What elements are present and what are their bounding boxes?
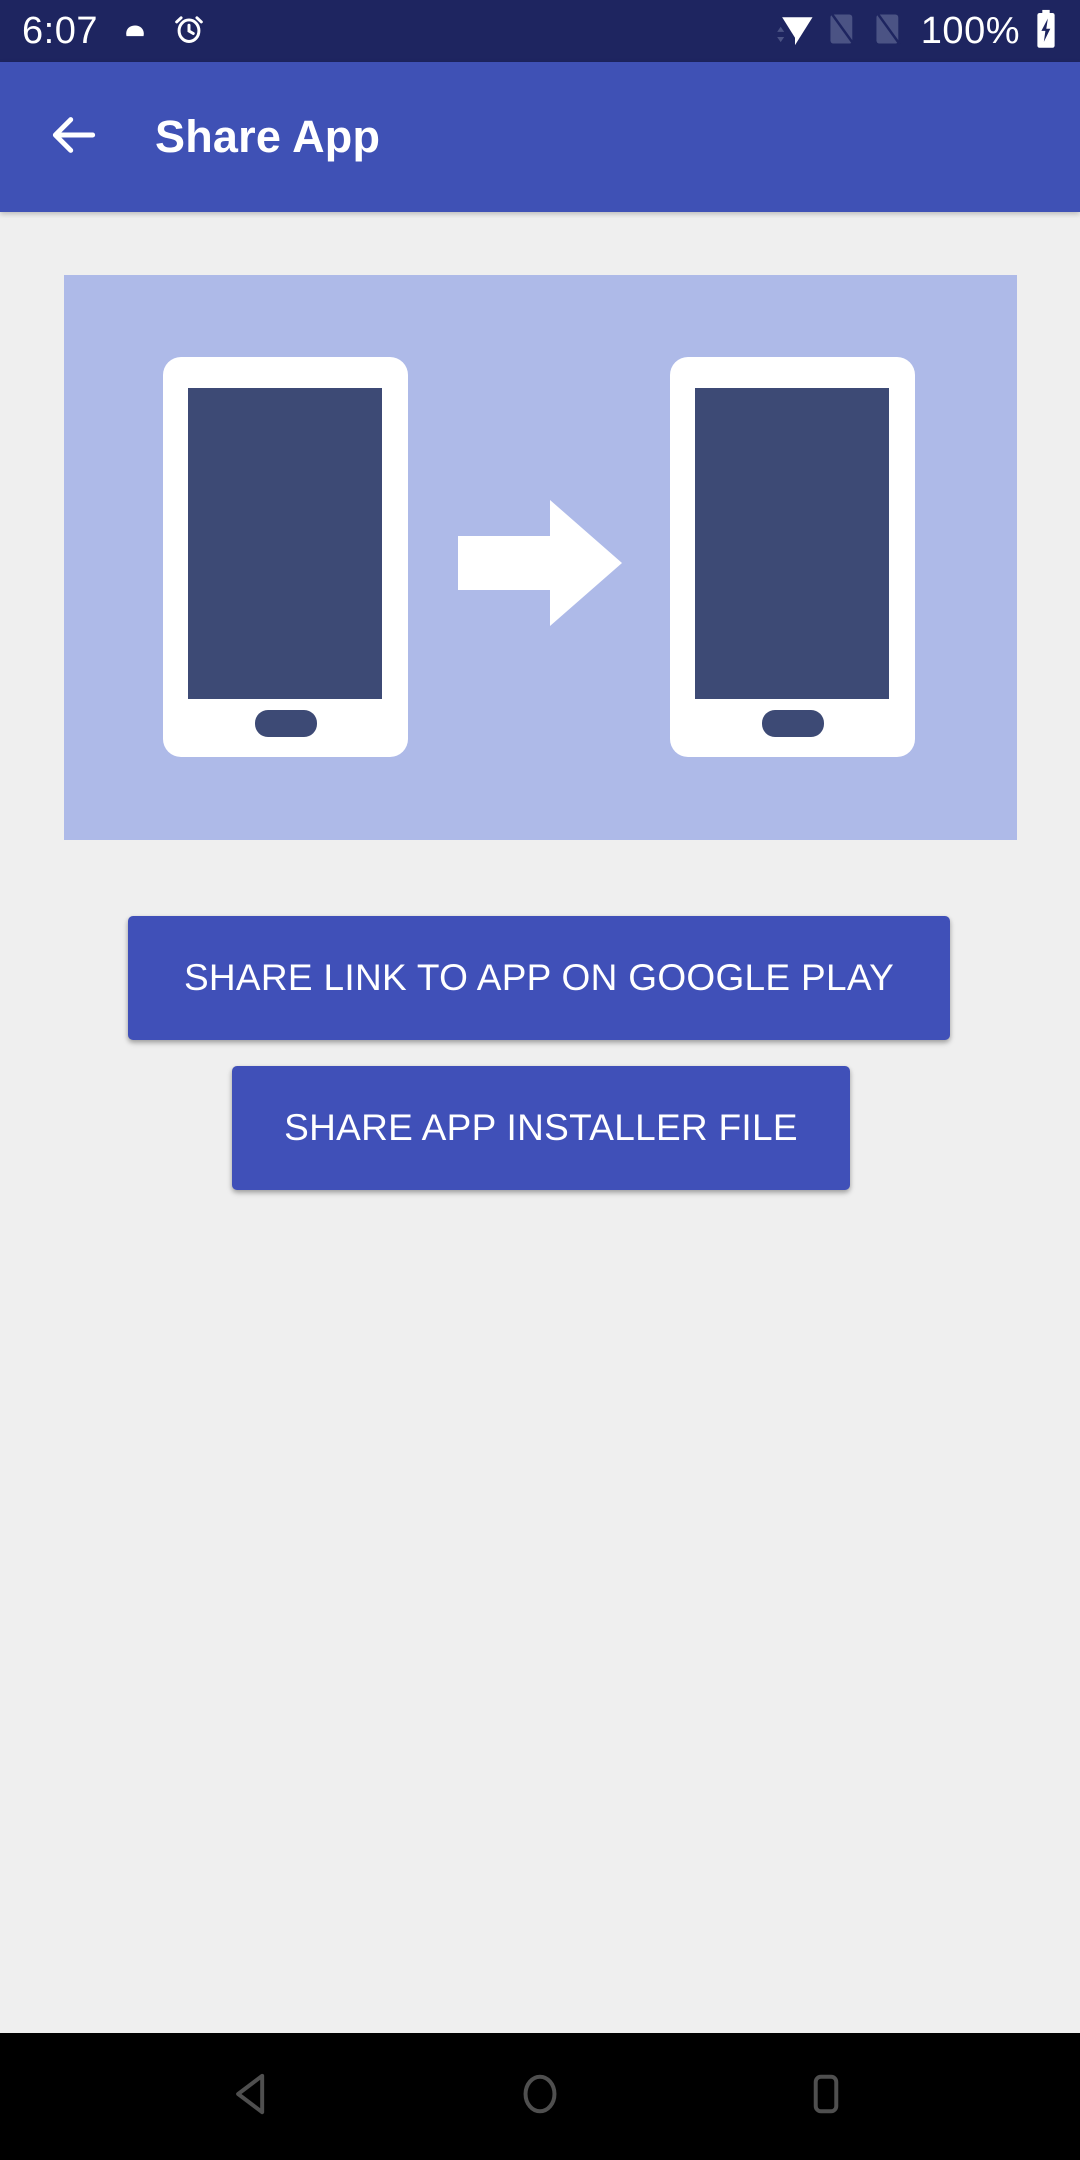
nav-recents-button[interactable] (772, 2043, 880, 2151)
status-bar: 6:07 100% (0, 0, 1080, 62)
transfer-arrow-icon (458, 500, 622, 626)
square-recents-icon (798, 2066, 854, 2127)
battery-charging-icon (1034, 9, 1058, 54)
phone-screen: 6:07 100% Share App SHARE LINK TO APP ON… (0, 0, 1080, 2160)
phone-right-graphic (670, 357, 915, 757)
triangle-back-icon (226, 2066, 282, 2127)
arrow-left-icon (46, 107, 102, 168)
app-bar: Share App (0, 62, 1080, 212)
share-app-installer-file-button[interactable]: SHARE APP INSTALLER FILE (232, 1066, 850, 1190)
status-bar-left: 6:07 (22, 12, 206, 51)
circle-home-icon (512, 2066, 568, 2127)
status-clock: 6:07 (22, 10, 98, 52)
main-content: SHARE LINK TO APP ON GOOGLE PLAY SHARE A… (0, 212, 1080, 2033)
wifi-icon (775, 10, 815, 53)
nav-back-button[interactable] (200, 2043, 308, 2151)
battery-percent-label: 100% (920, 10, 1020, 52)
cloud-icon (118, 12, 152, 51)
share-app-illustration (64, 275, 1017, 840)
system-navigation-bar (0, 2033, 1080, 2160)
phone-right-screen (695, 388, 889, 699)
nav-home-button[interactable] (486, 2043, 594, 2151)
no-sim-icon (875, 10, 907, 53)
page-title: Share App (155, 111, 381, 162)
status-bar-right: 100% (775, 9, 1058, 54)
phone-left-home-button (254, 710, 317, 737)
back-button[interactable] (26, 89, 122, 185)
alarm-clock-icon (172, 12, 206, 51)
phone-left-screen (188, 388, 382, 699)
no-sim-icon (829, 10, 861, 53)
share-link-google-play-button[interactable]: SHARE LINK TO APP ON GOOGLE PLAY (128, 916, 950, 1040)
phone-right-home-button (761, 710, 824, 737)
phone-left-graphic (163, 357, 408, 757)
